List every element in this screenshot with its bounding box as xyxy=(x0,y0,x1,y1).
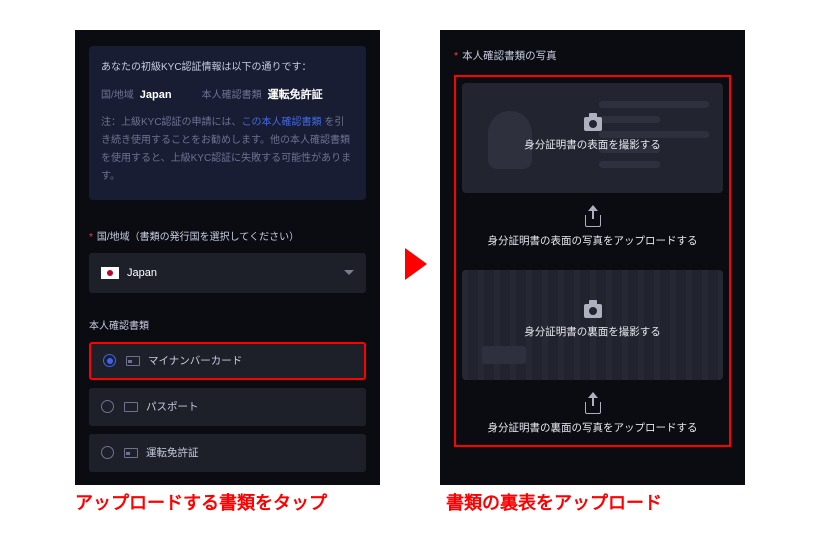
id-card-icon xyxy=(124,448,138,458)
upload-highlight-box: 身分証明書の表面を撮影する 身分証明書の表面の写真をアップロードする 身分証明書… xyxy=(454,75,731,447)
left-screen: あなたの初級KYC認証情報は以下の通りです： 国/地域 Japan 本人確認書類… xyxy=(75,30,380,485)
doc-option-license[interactable]: 運転免許証 xyxy=(89,434,366,472)
region-value: Japan xyxy=(127,267,157,279)
kyc-info-box: あなたの初級KYC認証情報は以下の通りです： 国/地域 Japan 本人確認書類… xyxy=(89,46,366,200)
doc-option-label: 運転免許証 xyxy=(146,445,199,460)
passport-icon xyxy=(124,402,138,412)
required-asterisk: * xyxy=(454,50,458,62)
caption-left: アップロードする書類をタップ xyxy=(75,491,380,515)
step-arrow-icon xyxy=(405,248,427,280)
upload-icon xyxy=(585,402,601,414)
kyc-info-row: 国/地域 Japan 本人確認書類 運転免許証 xyxy=(101,85,354,106)
doc-type-group: マイナンバーカード パスポート 運転免許証 xyxy=(89,342,366,472)
country-value: Japan xyxy=(140,85,172,106)
kyc-warning: 注：上級KYC認証の申請には、この本人確認書類 を引き続き使用することをお勧めし… xyxy=(101,114,354,186)
region-select[interactable]: Japan xyxy=(89,253,366,293)
back-id-placeholder[interactable]: 身分証明書の裏面を撮影する xyxy=(462,270,723,380)
front-slot: 身分証明書の表面を撮影する 身分証明書の表面の写真をアップロードする xyxy=(462,83,723,252)
radio-off-icon xyxy=(101,400,114,413)
doc-option-mynumber[interactable]: マイナンバーカード xyxy=(89,342,366,380)
region-label: *国/地域（書類の発行国を選択してください） xyxy=(89,228,366,243)
id-card-icon xyxy=(126,356,140,366)
radio-off-icon xyxy=(101,446,114,459)
caption-right: 書類の裏表をアップロード xyxy=(446,491,751,515)
doc-value: 運転免許証 xyxy=(268,85,323,106)
kyc-warning-link[interactable]: この本人確認書類 xyxy=(242,117,322,128)
upload-front-action[interactable]: 身分証明書の表面の写真をアップロードする xyxy=(488,209,698,248)
chevron-down-icon xyxy=(344,270,354,275)
upload-back-action[interactable]: 身分証明書の裏面の写真をアップロードする xyxy=(488,396,698,435)
doc-label: 本人確認書類 xyxy=(202,86,262,105)
back-slot: 身分証明書の裏面を撮影する 身分証明書の裏面の写真をアップロードする xyxy=(462,270,723,439)
right-screen: *本人確認書類の写真 身分証明書の表面を撮影する xyxy=(440,30,745,485)
japan-flag-icon xyxy=(101,267,119,279)
doc-type-label: 本人確認書類 xyxy=(89,317,366,332)
country-label: 国/地域 xyxy=(101,86,134,105)
kyc-info-title: あなたの初級KYC認証情報は以下の通りです： xyxy=(101,58,354,77)
doc-option-label: パスポート xyxy=(146,399,199,414)
required-asterisk: * xyxy=(89,232,93,243)
photo-section-title: *本人確認書類の写真 xyxy=(454,46,731,75)
radio-on-icon xyxy=(103,354,116,367)
doc-option-label: マイナンバーカード xyxy=(148,353,242,368)
upload-icon xyxy=(585,215,601,227)
front-id-placeholder[interactable]: 身分証明書の表面を撮影する xyxy=(462,83,723,193)
doc-option-passport[interactable]: パスポート xyxy=(89,388,366,426)
